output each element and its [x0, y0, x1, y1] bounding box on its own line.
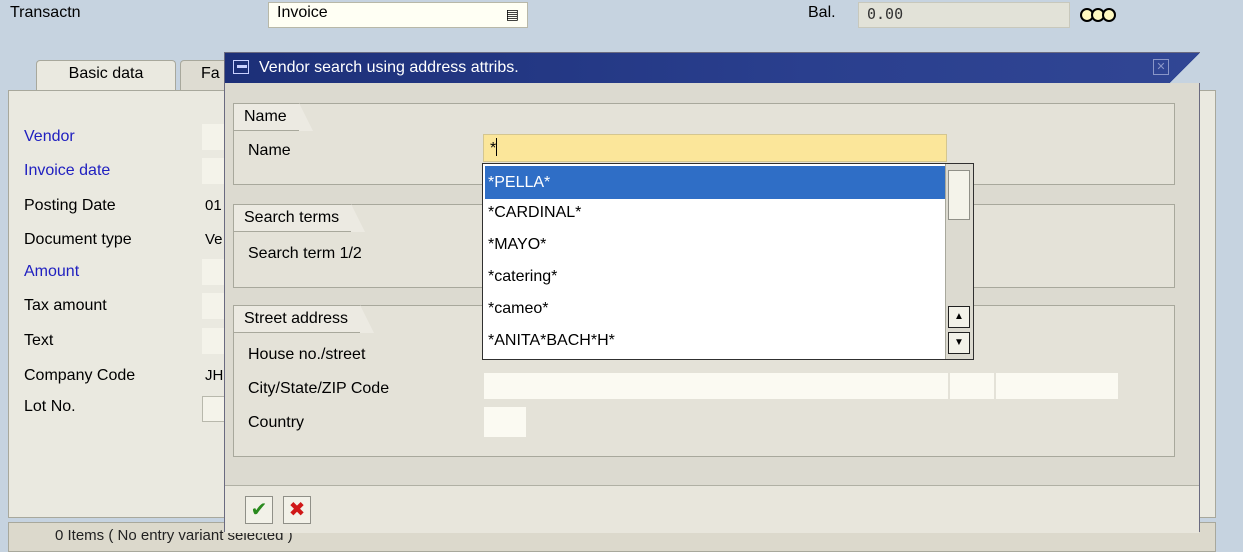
transaction-value: Invoice: [277, 4, 328, 21]
tax-amount-field[interactable]: [202, 293, 226, 319]
vendor-label: Vendor: [24, 128, 75, 145]
text-label: Text: [24, 332, 54, 349]
dialog-window-icon: [233, 60, 249, 74]
city-input[interactable]: [483, 372, 949, 400]
amount-label: Amount: [24, 263, 80, 280]
tax-amount-label: Tax amount: [24, 297, 107, 314]
company-code-field[interactable]: JH: [205, 367, 223, 384]
country-label: Country: [248, 414, 305, 431]
dropdown-item[interactable]: *PELLA*: [485, 166, 945, 199]
document-type-field[interactable]: Ve: [205, 231, 223, 248]
transaction-select[interactable]: Invoice ▤: [268, 2, 528, 28]
dialog-title: Vendor search using address attribs.: [259, 59, 519, 76]
dropdown-item[interactable]: *ANITA*BACH*H*: [485, 324, 945, 357]
dropdown-item[interactable]: *catering*: [485, 260, 945, 293]
balance-label: Bal.: [808, 4, 836, 21]
name-input[interactable]: *: [483, 134, 947, 162]
dropdown-item[interactable]: *CARDINAL*: [485, 196, 945, 229]
posting-date-field[interactable]: 01: [205, 197, 222, 214]
company-code-label: Company Code: [24, 367, 136, 384]
dialog-title-bar[interactable]: Vendor search using address attribs. ✕: [225, 53, 1200, 83]
scroll-down-icon[interactable]: ▼: [948, 332, 970, 354]
lot-no-field[interactable]: [202, 396, 226, 422]
search-terms-group-title: Search terms: [233, 204, 366, 232]
house-street-label: House no./street: [248, 346, 366, 363]
document-type-label: Document type: [24, 231, 132, 248]
dropdown-list-icon[interactable]: ▤: [506, 6, 519, 23]
dropdown-item[interactable]: *MAYO*: [485, 228, 945, 261]
name-history-dropdown: *PELLA* *CARDINAL* *MAYO* *catering* *ca…: [482, 163, 974, 360]
tab-basic-data[interactable]: Basic data: [36, 60, 176, 92]
dialog-footer: ✔ ✖: [225, 485, 1199, 533]
state-input[interactable]: [949, 372, 995, 400]
city-state-zip-label: City/State/ZIP Code: [248, 380, 390, 397]
transaction-label: Transactn: [10, 4, 81, 21]
name-field-label: Name: [248, 142, 291, 159]
posting-date-label: Posting Date: [24, 197, 116, 214]
country-input[interactable]: [483, 406, 527, 438]
traffic-light-icon: [1080, 8, 1120, 22]
scroll-up-icon[interactable]: ▲: [948, 306, 970, 328]
cancel-x-icon[interactable]: ✖: [283, 496, 311, 524]
close-icon[interactable]: ✕: [1153, 59, 1169, 75]
lot-no-label: Lot No.: [24, 398, 76, 415]
street-address-group-title: Street address: [233, 305, 375, 333]
dropdown-item[interactable]: *cameo*: [485, 292, 945, 325]
zip-input[interactable]: [995, 372, 1119, 400]
amount-field[interactable]: [202, 259, 226, 285]
tab-fa[interactable]: Fa: [180, 60, 228, 90]
search-term-label: Search term 1/2: [248, 245, 362, 262]
balance-field: 0.00: [858, 2, 1070, 28]
scrollbar-thumb[interactable]: [948, 170, 970, 220]
invoice-date-field[interactable]: [202, 158, 226, 184]
text-field[interactable]: [202, 328, 226, 354]
checkmark-icon[interactable]: ✔: [245, 496, 273, 524]
invoice-date-label: Invoice date: [24, 162, 111, 179]
dropdown-scrollbar[interactable]: ▲ ▼: [945, 164, 973, 359]
name-group-title: Name: [233, 103, 313, 131]
vendor-field[interactable]: [202, 124, 226, 150]
